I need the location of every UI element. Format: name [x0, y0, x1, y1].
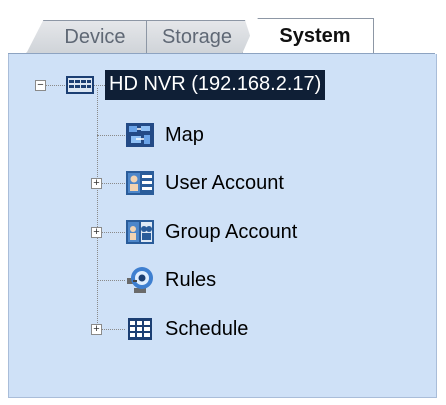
tree-item-user-account[interactable]: User Account: [125, 166, 284, 200]
schedule-icon: [128, 318, 152, 340]
expand-toggle[interactable]: +: [91, 178, 102, 189]
expand-toggle[interactable]: +: [91, 227, 102, 238]
tree-item-schedule[interactable]: Schedule: [125, 312, 248, 346]
tree-connector: [97, 280, 125, 281]
user-account-icon: [126, 171, 154, 195]
tab-system[interactable]: System: [242, 18, 374, 54]
tree-item-label: Rules: [165, 268, 217, 291]
device-tree: − HD NVR (192.168.2.17) Map + User Accou…: [8, 54, 437, 398]
group-account-icon: [126, 220, 154, 244]
tree-connector: [97, 88, 98, 323]
tree-item-rules[interactable]: Rules: [125, 263, 216, 297]
tree-item-label: User Account: [165, 171, 284, 194]
tree-item-map[interactable]: Map: [125, 118, 204, 152]
map-icon: [126, 123, 154, 147]
tab-storage[interactable]: Storage: [146, 20, 256, 54]
tab-strip: Device Storage System: [8, 10, 435, 54]
tree-item-label: HD NVR (192.168.2.17): [105, 70, 326, 100]
tab-device[interactable]: Device: [26, 20, 150, 54]
tree-item-label: Schedule: [165, 317, 249, 340]
system-panel: Device Storage System − HD NVR (192.168.…: [8, 10, 437, 398]
tree-item-label: Map: [165, 123, 204, 146]
nvr-icon: [66, 76, 94, 94]
tree-connector: [97, 135, 125, 136]
expand-toggle[interactable]: +: [91, 324, 102, 335]
collapse-toggle[interactable]: −: [35, 80, 46, 91]
tree-item-label: Group Account: [165, 220, 298, 243]
tree-item-root[interactable]: HD NVR (192.168.2.17): [65, 68, 326, 102]
tree-item-group-account[interactable]: Group Account: [125, 215, 297, 249]
rules-icon: [127, 267, 153, 293]
